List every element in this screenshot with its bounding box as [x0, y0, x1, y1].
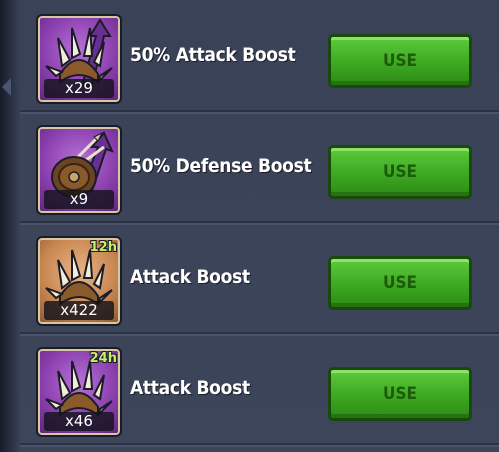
- panel-notch: [2, 78, 11, 96]
- list-item: x9 50% Defense Boost USE: [20, 111, 499, 225]
- panel-frame-left: [0, 0, 20, 452]
- item-count: x46: [44, 412, 114, 431]
- boost-item-list: x29 50% Attack Boost USE x9 50% Defense …: [20, 0, 499, 452]
- item-name: Attack Boost: [130, 377, 250, 399]
- item-duration: 12h: [89, 240, 117, 255]
- list-item: x29 50% Attack Boost USE: [20, 0, 499, 114]
- item-name: 50% Defense Boost: [130, 155, 312, 177]
- list-item: 24h x46 Attack Boost USE: [20, 333, 499, 447]
- item-duration: 24h: [89, 351, 117, 366]
- item-name: Attack Boost: [130, 266, 250, 288]
- item-count: x29: [44, 79, 114, 98]
- item-count: x9: [44, 190, 114, 209]
- use-button[interactable]: USE: [328, 34, 472, 88]
- item-icon-frame: 12h x422: [36, 236, 122, 326]
- item-name: 50% Attack Boost: [130, 44, 296, 66]
- use-button[interactable]: USE: [328, 256, 472, 310]
- item-count: x422: [44, 301, 114, 320]
- list-item: 12h x422 Attack Boost USE: [20, 222, 499, 336]
- item-icon-frame: 24h x46: [36, 347, 122, 437]
- item-icon-frame: x29: [36, 14, 122, 104]
- use-button[interactable]: USE: [328, 145, 472, 199]
- item-icon-frame: x9: [36, 125, 122, 215]
- use-button[interactable]: USE: [328, 367, 472, 421]
